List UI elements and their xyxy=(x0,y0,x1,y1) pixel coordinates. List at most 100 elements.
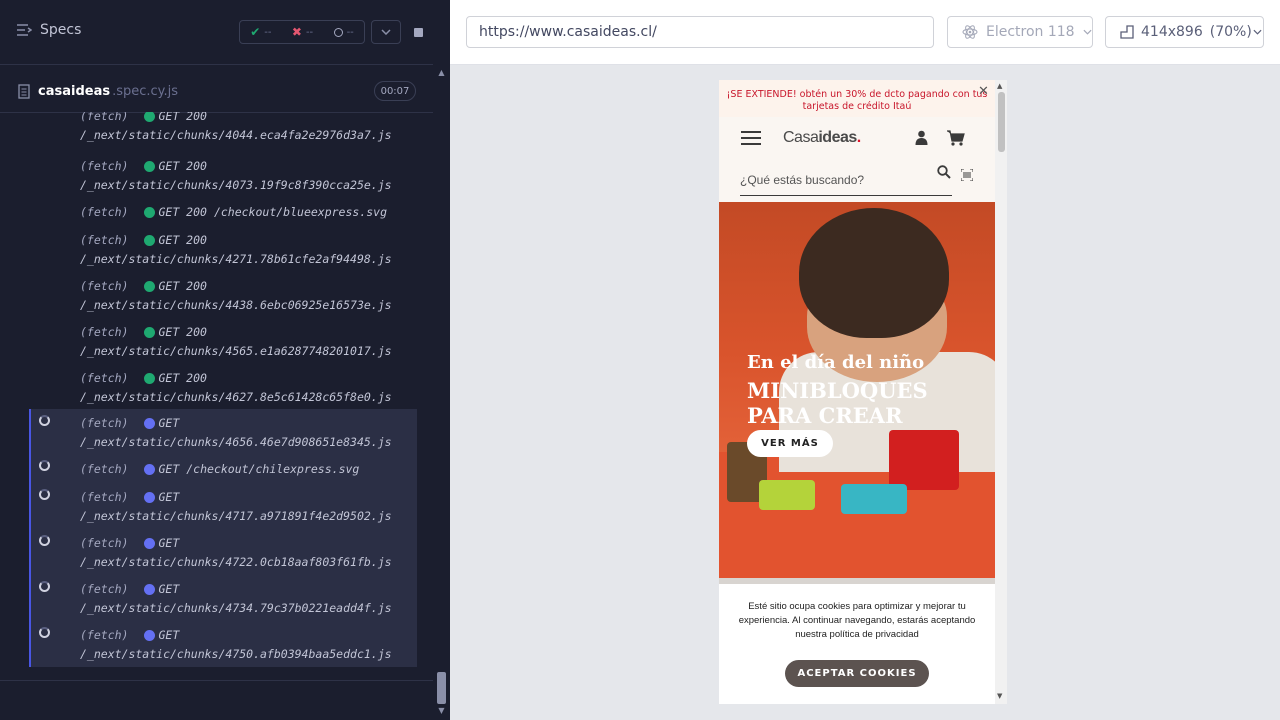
log-entry[interactable]: (fetch) GET 200 /_next/static/chunks/4271.… xyxy=(29,230,417,270)
log-entry-line2: /_next/static/chunks/4565.e1a62877482010… xyxy=(80,344,392,358)
request-path: /checkout/blueexpress.svg xyxy=(213,205,388,219)
chevron-down-button[interactable] xyxy=(371,20,401,44)
log-entry-line2: /_next/static/chunks/4044.eca4fa2e2976d3… xyxy=(80,128,392,142)
bottom-separator xyxy=(0,680,433,681)
lego-red xyxy=(889,430,959,490)
request-method: GET 200 xyxy=(158,205,207,219)
success-dot-icon xyxy=(144,206,156,218)
spec-file[interactable]: casaideas .spec.cy.js xyxy=(18,84,178,99)
app-scroll-thumb[interactable] xyxy=(998,92,1005,152)
request-method: GET 200 xyxy=(158,325,207,339)
document-icon xyxy=(18,84,30,99)
request-method: GET xyxy=(158,582,180,596)
viewport-zoom: (70%) xyxy=(1209,24,1252,40)
request-path: /_next/static/chunks/4044.eca4fa2e2976d3… xyxy=(80,128,392,142)
cart-icon[interactable] xyxy=(947,130,965,146)
lego-green xyxy=(759,480,815,510)
log-entry-line1: (fetch) GET xyxy=(80,628,179,642)
menu-icon[interactable] xyxy=(741,131,761,145)
hero-hair xyxy=(799,208,949,338)
app-scroll-down-icon[interactable]: ▼ xyxy=(997,692,1002,700)
circle-icon xyxy=(333,27,343,37)
log-entry[interactable]: (fetch) GET /_next/static/chunks/4734.79c3… xyxy=(29,575,417,621)
promo-banner[interactable]: ¡SE EXTIENDE! obtén un 30% de dcto pagan… xyxy=(719,80,995,117)
request-path: /checkout/chilexpress.svg xyxy=(186,462,360,476)
search-input[interactable]: ¿Qué estás buscando? xyxy=(740,173,952,196)
log-entry-line2: /_next/static/chunks/4656.46e7d908651e83… xyxy=(80,435,392,449)
log-entry-line1: (fetch) GET 200 xyxy=(80,112,207,123)
log-entry-line2: /_next/static/chunks/4438.6ebc06925e1657… xyxy=(80,298,392,312)
viewport-size: 414x896 xyxy=(1141,24,1203,40)
log-scrollbar[interactable] xyxy=(433,64,450,720)
scroll-down-icon[interactable]: ▼ xyxy=(437,706,446,716)
viewport-select[interactable]: 414x896 (70%) xyxy=(1105,16,1264,48)
log-entry[interactable]: (fetch) GET 200 /_next/static/chunks/4565.… xyxy=(29,322,417,362)
search-icon[interactable] xyxy=(937,165,951,179)
log-entry[interactable]: (fetch) GET /_next/static/chunks/4750.afb0… xyxy=(29,621,417,667)
request-method: GET 200 xyxy=(158,279,207,293)
pending-dot-icon xyxy=(144,491,156,503)
request-path: /_next/static/chunks/4627.8e5c61428c65f8… xyxy=(80,390,392,404)
success-dot-icon xyxy=(144,280,156,292)
pending-dot-icon xyxy=(144,583,156,595)
hero-banner[interactable]: En el día del niño MINIBLOQUES PARA CREAR… xyxy=(719,202,995,578)
close-icon[interactable]: ✕ xyxy=(978,84,989,99)
log-entry[interactable]: (fetch) GET /_next/static/chunks/4656.46e7… xyxy=(29,409,417,455)
specs-toggle[interactable]: Specs xyxy=(16,22,81,38)
spec-timer: 00:07 xyxy=(374,81,416,101)
log-entry-line2: /_next/static/chunks/4073.19f9c8f390cca2… xyxy=(80,178,392,192)
stop-button[interactable] xyxy=(403,20,433,44)
electron-icon xyxy=(962,25,978,39)
log-entry[interactable]: (fetch) GET 200 /_next/static/chunks/4627.… xyxy=(29,368,417,408)
scroll-up-icon[interactable]: ▲ xyxy=(437,68,446,78)
logo[interactable]: Casaideas. xyxy=(783,129,861,147)
log-entry-line1: (fetch) GET 200 xyxy=(80,279,207,293)
log-entry[interactable]: (fetch) GET 200/checkout/blueexpress.svg xyxy=(29,202,417,228)
url-field[interactable]: https://www.casaideas.cl/ xyxy=(466,16,934,48)
command-log: (fetch) GET 200 /_next/static/chunks/4044.… xyxy=(29,112,417,667)
request-method: GET xyxy=(158,490,180,504)
success-dot-icon xyxy=(144,234,156,246)
log-entry-line1: (fetch) GET 200 xyxy=(80,233,207,247)
log-entry[interactable]: (fetch) GET 200 /_next/static/chunks/4044.… xyxy=(29,112,417,146)
user-icon[interactable] xyxy=(915,130,928,145)
passed-stat: ✔ -- xyxy=(250,25,272,39)
log-entry[interactable]: (fetch) GET 200 /_next/static/chunks/4438.… xyxy=(29,276,417,316)
log-entry[interactable]: (fetch) GET /_next/static/chunks/4717.a971… xyxy=(29,483,417,529)
hero-subtitle: En el día del niño xyxy=(747,352,925,373)
fetch-label: (fetch) xyxy=(80,205,129,219)
spec-ext: .spec.cy.js xyxy=(112,84,179,99)
chevron-down-icon xyxy=(381,29,391,35)
accept-cookies-button[interactable]: ACEPTAR COOKIES xyxy=(785,660,929,687)
fetch-label: (fetch) xyxy=(80,582,129,596)
failed-stat: ✖ -- xyxy=(291,25,314,39)
cookie-banner: Esté sitio ocupa cookies para optimizar … xyxy=(719,584,995,704)
fetch-label: (fetch) xyxy=(80,371,129,385)
barcode-scan-icon[interactable] xyxy=(961,169,973,181)
success-dot-icon xyxy=(144,372,156,384)
stop-icon xyxy=(413,27,423,37)
chevron-down-icon xyxy=(1083,29,1092,35)
app-scroll-up-icon[interactable]: ▲ xyxy=(997,82,1002,90)
request-path: /_next/static/chunks/4438.6ebc06925e1657… xyxy=(80,298,392,312)
log-entry[interactable]: (fetch) GET 200 /_next/static/chunks/4073.… xyxy=(29,156,417,196)
request-path: /_next/static/chunks/4565.e1a62877482010… xyxy=(80,344,392,358)
spinner-icon xyxy=(39,581,50,592)
success-dot-icon xyxy=(144,160,156,172)
log-entry[interactable]: (fetch) GET /_next/static/chunks/4722.0cb1… xyxy=(29,529,417,575)
log-scroll-thumb[interactable] xyxy=(437,672,446,704)
request-method: GET 200 xyxy=(158,112,207,123)
logo-casa: Casa xyxy=(783,129,819,146)
log-entry[interactable]: (fetch) GET/checkout/chilexpress.svg xyxy=(29,455,417,483)
pending-dot-icon xyxy=(144,537,156,549)
request-method: GET xyxy=(158,462,180,476)
fetch-label: (fetch) xyxy=(80,325,129,339)
app-scrollbar[interactable] xyxy=(995,80,1007,704)
browser-select[interactable]: Electron 118 xyxy=(947,16,1093,48)
log-entry-line2: /_next/static/chunks/4722.0cb18aaf803f61… xyxy=(80,555,392,569)
ver-mas-button[interactable]: VER MÁS xyxy=(747,430,833,457)
request-method: GET 200 xyxy=(158,159,207,173)
success-dot-icon xyxy=(144,112,156,122)
log-entry-line1: (fetch) GET xyxy=(80,490,179,504)
log-entry-line2: /_next/static/chunks/4627.8e5c61428c65f8… xyxy=(80,390,392,404)
